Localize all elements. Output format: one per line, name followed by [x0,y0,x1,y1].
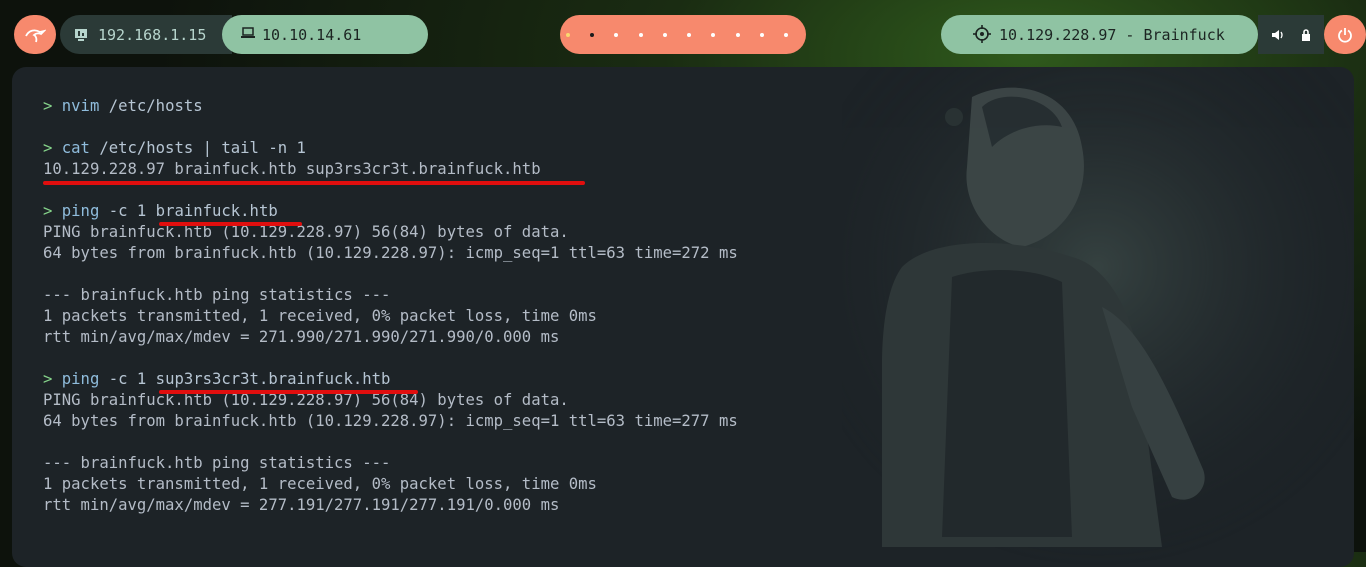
prompt-symbol: > [43,97,53,115]
output-line: 64 bytes from brainfuck.htb (10.129.228.… [43,244,738,262]
workspace-5[interactable] [662,32,667,37]
output-line: 64 bytes from brainfuck.htb (10.129.228.… [43,412,738,430]
output-line: 1 packets transmitted, 1 received, 0% pa… [43,475,597,493]
power-button[interactable] [1324,15,1366,54]
workspace-8[interactable] [735,32,740,37]
vpn-ip-text: 10.10.14.61 [262,25,362,44]
ping-subdomain-underline [159,390,418,394]
command-args: /etc/hosts | tail -n 1 [99,139,306,157]
workspace-6[interactable] [687,32,692,37]
local-ip-widget: 192.168.1.15 [60,15,232,54]
command-name: ping [61,202,100,220]
terminal-window[interactable]: > nvim /etc/hosts > cat /etc/hosts | tail… [12,67,1354,567]
output-line: --- brainfuck.htb ping statistics --- [43,286,391,304]
terminal-output: > nvim /etc/hosts > cat /etc/hosts | tail… [43,96,1354,516]
command-name: cat [61,139,90,157]
system-tray [1258,15,1324,54]
crosshair-icon [973,25,991,43]
target-text: 10.129.228.97 - Brainfuck [999,25,1225,44]
kali-menu-button[interactable] [14,15,56,54]
prompt-symbol: > [43,202,53,220]
speaker-icon[interactable] [1271,29,1284,41]
command-line: > cat /etc/hosts | tail -n 1 [43,138,1354,159]
local-ip-text: 192.168.1.15 [98,25,207,44]
output-line: rtt min/avg/max/mdev = 277.191/277.191/2… [43,496,560,514]
workspace-3[interactable] [614,32,619,37]
workspace-10[interactable] [783,32,788,37]
target-widget: 10.129.228.97 - Brainfuck [941,15,1258,54]
command-name: nvim [61,97,100,115]
command-args: -c 1 sup3rs3cr3t.brainfuck.htb [108,370,391,388]
workspace-2[interactable] [590,32,595,37]
vpn-ip-widget: 10.10.14.61 [222,15,428,54]
output-line: 1 packets transmitted, 1 received, 0% pa… [43,307,597,325]
output-line: rtt min/avg/max/mdev = 271.990/271.990/2… [43,328,560,346]
hosts-line-underline [43,181,585,185]
ping-host-underline [159,222,302,226]
command-line: > nvim /etc/hosts [43,96,1354,117]
workspace-4[interactable] [638,32,643,37]
laptop-icon [241,27,255,38]
workspace-1[interactable] [566,32,570,37]
workspace-7[interactable] [711,32,716,37]
lock-icon[interactable] [1301,28,1311,41]
workspace-9[interactable] [759,32,764,37]
output-line: --- brainfuck.htb ping statistics --- [43,454,391,472]
command-line: > ping -c 1 brainfuck.htb [43,201,1354,222]
monitor-icon [75,29,87,41]
kali-dragon-icon [25,28,46,42]
command-args: -c 1 brainfuck.htb [108,202,278,220]
command-name: ping [61,370,100,388]
power-icon [1338,27,1352,43]
workspace-switcher [560,15,806,54]
command-args: /etc/hosts [108,97,203,115]
prompt-symbol: > [43,370,53,388]
prompt-symbol: > [43,139,53,157]
command-line: > ping -c 1 sup3rs3cr3t.brainfuck.htb [43,369,1354,390]
output-line: 10.129.228.97 brainfuck.htb sup3rs3cr3t.… [43,160,541,178]
